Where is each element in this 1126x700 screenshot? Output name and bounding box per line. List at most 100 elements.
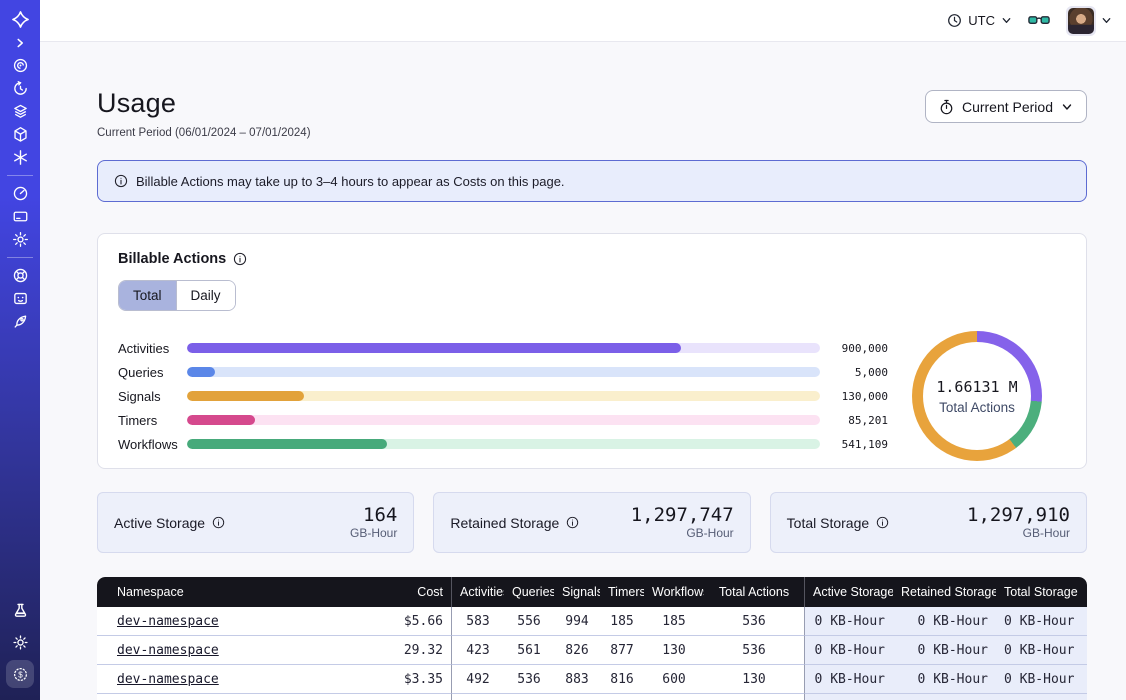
namespace-link[interactable]: dev-namespace xyxy=(117,672,219,687)
bar-label: Timers xyxy=(118,413,182,428)
storage-label-text: Total Storage xyxy=(787,515,870,531)
stopwatch-icon xyxy=(939,99,954,115)
activities-cell: 423 xyxy=(452,636,504,665)
eye-icon[interactable] xyxy=(0,54,40,77)
cube-icon[interactable] xyxy=(0,123,40,146)
col-retained-storage[interactable]: Retained Storage xyxy=(893,577,996,607)
namespace-link[interactable]: dev-namespace xyxy=(117,643,219,658)
clock-icon xyxy=(947,13,962,28)
queries-cell: 556 xyxy=(504,607,554,636)
credit-card-icon[interactable] xyxy=(0,205,40,228)
gear-icon[interactable] xyxy=(0,228,40,251)
timers-cell: 185 xyxy=(600,607,644,636)
layers-icon[interactable] xyxy=(0,100,40,123)
chevron-down-icon xyxy=(1061,101,1073,113)
namespace-usage-table-wrap: Namespace Cost Activities Queries Signal… xyxy=(97,577,1087,700)
sun-icon[interactable] xyxy=(0,626,40,658)
col-cost[interactable]: Cost xyxy=(349,577,452,607)
col-active-storage[interactable]: Active Storage xyxy=(805,577,893,607)
tab-daily[interactable]: Daily xyxy=(176,281,235,310)
table-row: dev-namespace $5.66 583 556 994 185 185 … xyxy=(97,607,1087,636)
namespace-usage-table: Namespace Cost Activities Queries Signal… xyxy=(97,577,1087,700)
bar-row-workflows: Workflows 541,109 xyxy=(118,432,888,456)
chevron-down-icon xyxy=(1001,15,1012,26)
sidebar-divider xyxy=(7,175,33,176)
col-workflows[interactable]: Workflows xyxy=(644,577,704,607)
avatar-background xyxy=(1066,6,1096,36)
active-storage-card: Active Storage 164 GB-Hour xyxy=(97,492,414,553)
info-icon[interactable] xyxy=(233,252,247,266)
dev-glasses-toggle[interactable] xyxy=(1028,13,1050,28)
period-button-label: Current Period xyxy=(962,99,1053,115)
asterisk-icon[interactable] xyxy=(0,146,40,169)
bar-row-timers: Timers 85,201 xyxy=(118,408,888,432)
cost-cell: 29.32 xyxy=(349,636,452,665)
col-total-actions[interactable]: Total Actions xyxy=(704,577,805,607)
lifebuoy-icon[interactable] xyxy=(0,264,40,287)
col-activities[interactable]: Activities xyxy=(452,577,504,607)
topbar: UTC xyxy=(40,0,1126,42)
storage-value: 164 xyxy=(350,505,397,525)
total-actions-cell: 536 xyxy=(704,636,805,665)
bar-label: Activities xyxy=(118,341,182,356)
tab-total[interactable]: Total xyxy=(119,281,176,310)
info-icon[interactable] xyxy=(566,516,579,529)
info-banner: Billable Actions may take up to 3–4 hour… xyxy=(97,160,1087,202)
active-storage-cell: 0 KB-Hour xyxy=(805,636,893,665)
billable-actions-title: Billable Actions xyxy=(118,251,1066,267)
workflows-cell: 130 xyxy=(644,636,704,665)
expand-chevron-icon[interactable] xyxy=(0,31,40,54)
info-icon xyxy=(114,174,128,188)
queries-cell: 536 xyxy=(504,665,554,694)
col-timers[interactable]: Timers xyxy=(600,577,644,607)
retained-storage-card: Retained Storage 1,297,747 GB-Hour xyxy=(433,492,750,553)
flask-icon[interactable] xyxy=(0,594,40,626)
info-icon[interactable] xyxy=(212,516,225,529)
storage-unit: GB-Hour xyxy=(967,526,1070,540)
bar-fill xyxy=(187,391,304,401)
bar-row-signals: Signals 130,000 xyxy=(118,384,888,408)
bar-track xyxy=(187,391,820,401)
page-header: Usage Current Period (06/01/2024 – 07/01… xyxy=(97,88,1087,139)
period-selector-button[interactable]: Current Period xyxy=(925,90,1087,123)
temporal-logo-icon[interactable] xyxy=(0,8,40,31)
bar-fill xyxy=(187,343,681,353)
timers-cell: 877 xyxy=(600,636,644,665)
billable-actions-title-text: Billable Actions xyxy=(118,251,226,267)
sidebar-divider xyxy=(7,257,33,258)
history-icon[interactable] xyxy=(0,77,40,100)
storage-unit: GB-Hour xyxy=(350,526,397,540)
col-signals[interactable]: Signals xyxy=(554,577,600,607)
bar-chart: Activities 900,000 Queries 5,000 Signals… xyxy=(118,336,888,456)
main-content: Usage Current Period (06/01/2024 – 07/01… xyxy=(40,42,1126,700)
account-menu[interactable] xyxy=(1066,6,1112,36)
timezone-label: UTC xyxy=(968,13,995,28)
col-total-storage[interactable]: Total Storage xyxy=(996,577,1087,607)
chevron-down-icon xyxy=(1101,15,1112,26)
activities-cell: 492 xyxy=(452,665,504,694)
table-header-row: Namespace Cost Activities Queries Signal… xyxy=(97,577,1087,607)
bar-track xyxy=(187,367,820,377)
donut-center: 1.66131 M Total Actions xyxy=(912,331,1042,461)
feedback-icon[interactable] xyxy=(0,287,40,310)
storage-unit: GB-Hour xyxy=(631,526,734,540)
bar-track xyxy=(187,415,820,425)
donut-total-label: Total Actions xyxy=(939,400,1015,415)
usage-billing-active-item[interactable]: $ xyxy=(0,658,40,690)
col-namespace[interactable]: Namespace xyxy=(97,577,349,607)
queries-cell: 561 xyxy=(504,636,554,665)
info-icon[interactable] xyxy=(876,516,889,529)
signals-cell: 826 xyxy=(554,636,600,665)
namespace-link[interactable]: dev-namespace xyxy=(117,614,219,629)
glasses-icon xyxy=(1028,13,1050,28)
active-storage-cell: 0 KB-Hour xyxy=(805,607,893,636)
col-queries[interactable]: Queries xyxy=(504,577,554,607)
total-storage-cell: 0 KB-Hour xyxy=(996,607,1087,636)
timezone-selector[interactable]: UTC xyxy=(947,13,1012,28)
table-row: dev-namespace 29.32 423 561 826 877 130 … xyxy=(97,636,1087,665)
gauge-icon[interactable] xyxy=(0,182,40,205)
rocket-icon[interactable] xyxy=(0,310,40,333)
storage-value-block: 1,297,910 GB-Hour xyxy=(967,505,1070,540)
activities-cell: 583 xyxy=(452,607,504,636)
bar-value: 541,109 xyxy=(826,438,888,451)
